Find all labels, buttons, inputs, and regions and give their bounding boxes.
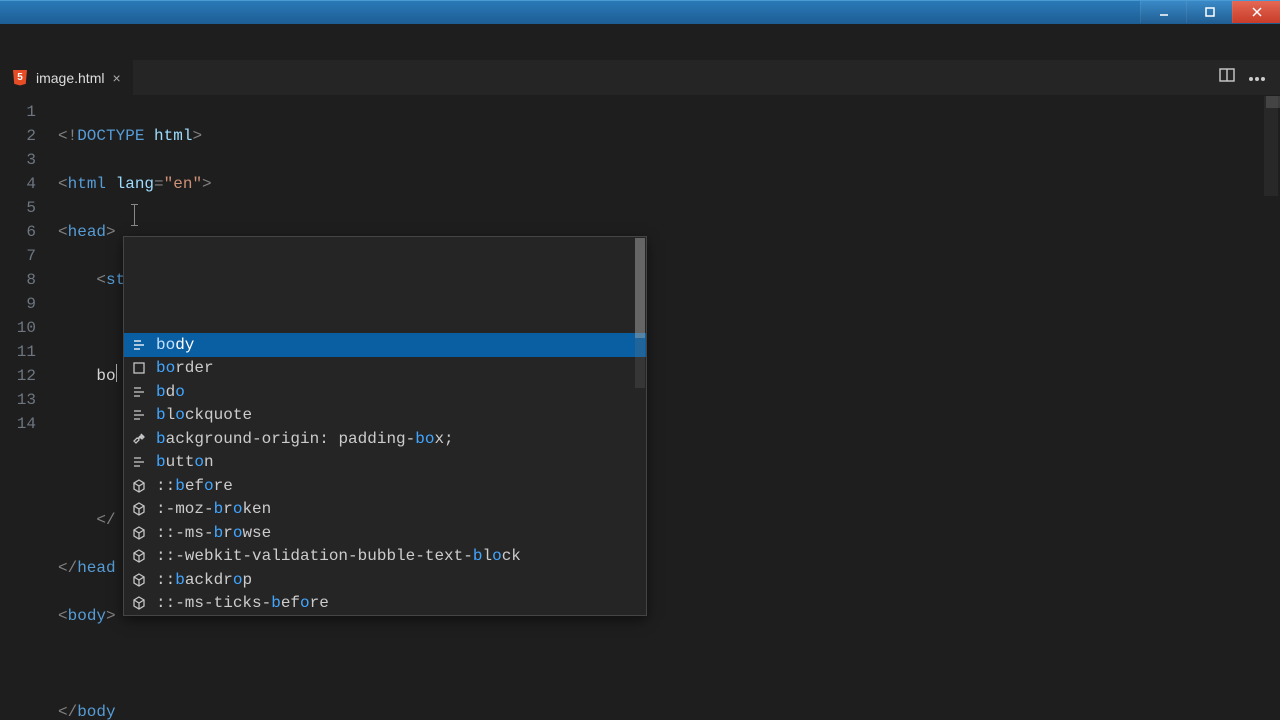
more-actions-icon[interactable] <box>1248 69 1266 87</box>
suggest-item-label: ::backdrop <box>156 568 640 592</box>
mouse-text-cursor-icon <box>134 204 135 226</box>
tab-filename: image.html <box>36 70 104 86</box>
suggest-item[interactable]: body <box>124 333 646 357</box>
suggest-item[interactable]: ::before <box>124 474 646 498</box>
suggest-item-label: body <box>156 333 640 357</box>
suggest-item[interactable]: :-moz-broken <box>124 498 646 522</box>
square-icon <box>130 359 148 377</box>
code-area[interactable]: <!DOCTYPE html> <html lang="en"> <head> … <box>58 96 1262 720</box>
suggest-item-label: button <box>156 450 640 474</box>
line-number: 1 <box>0 100 36 124</box>
line-number: 3 <box>0 148 36 172</box>
suggest-item[interactable]: ::-ms-browse <box>124 521 646 545</box>
suggest-item[interactable]: ::-ms-ticks-before <box>124 592 646 616</box>
suggest-item-label: :-moz-broken <box>156 497 640 521</box>
snippet-icon <box>130 383 148 401</box>
line-number: 2 <box>0 124 36 148</box>
suggest-item[interactable]: ::backdrop <box>124 568 646 592</box>
cube-icon <box>130 547 148 565</box>
suggest-item-label: blockquote <box>156 403 640 427</box>
suggest-scrollbar-thumb[interactable] <box>635 238 645 338</box>
line-number: 8 <box>0 268 36 292</box>
suggest-item[interactable]: ::-webkit-validation-bubble-text-block <box>124 545 646 569</box>
autocomplete-popup[interactable]: bodyborderbdoblockquotebackground-origin… <box>123 236 647 616</box>
snippet-icon <box>130 406 148 424</box>
text-caret <box>116 364 117 382</box>
suggest-item-label: border <box>156 356 640 380</box>
line-number: 9 <box>0 292 36 316</box>
line-number: 12 <box>0 364 36 388</box>
snippet-icon <box>130 453 148 471</box>
wrench-icon <box>130 430 148 448</box>
minimap-track <box>1264 96 1278 196</box>
cube-icon <box>130 524 148 542</box>
snippet-icon <box>130 336 148 354</box>
suggest-item-label: ::-webkit-validation-bubble-text-block <box>156 544 640 568</box>
suggest-item[interactable]: blockquote <box>124 404 646 428</box>
suggest-item[interactable]: button <box>124 451 646 475</box>
cube-icon <box>130 500 148 518</box>
editor[interactable]: 1234567891011121314 <!DOCTYPE html> <htm… <box>0 96 1280 720</box>
suggest-item[interactable]: background-origin: padding-box; <box>124 427 646 451</box>
tab-close-icon[interactable]: × <box>112 70 120 86</box>
suggest-item-label: bdo <box>156 380 640 404</box>
line-number: 7 <box>0 244 36 268</box>
tab-image-html[interactable]: 5 image.html × <box>0 60 134 95</box>
suggest-item-label: ::-ms-ticks-before <box>156 591 640 615</box>
line-number: 4 <box>0 172 36 196</box>
editor-tabbar: 5 image.html × <box>0 60 1280 96</box>
window-titlebar <box>0 0 1280 24</box>
line-number: 13 <box>0 388 36 412</box>
line-number: 11 <box>0 340 36 364</box>
suggest-item-label: ::before <box>156 474 640 498</box>
cube-icon <box>130 571 148 589</box>
html5-file-icon: 5 <box>12 70 28 86</box>
minimize-button[interactable] <box>1140 1 1186 23</box>
typed-text: bo <box>96 367 115 385</box>
line-number-gutter: 1234567891011121314 <box>0 96 58 720</box>
activity-strip <box>0 24 1280 60</box>
line-number: 6 <box>0 220 36 244</box>
line-number: 5 <box>0 196 36 220</box>
maximize-button[interactable] <box>1186 1 1232 23</box>
line-number: 14 <box>0 412 36 436</box>
editor-scrollbar[interactable] <box>1262 96 1280 720</box>
split-editor-icon[interactable] <box>1218 66 1236 89</box>
line-number: 10 <box>0 316 36 340</box>
suggest-item[interactable]: bdo <box>124 380 646 404</box>
minimap-thumb[interactable] <box>1266 96 1280 108</box>
suggest-item[interactable]: border <box>124 357 646 381</box>
cube-icon <box>130 594 148 612</box>
suggest-item-label: ::-ms-browse <box>156 521 640 545</box>
close-button[interactable] <box>1232 1 1280 23</box>
suggest-item-label: background-origin: padding-box; <box>156 427 640 451</box>
editor-actions <box>1218 60 1280 95</box>
cube-icon <box>130 477 148 495</box>
